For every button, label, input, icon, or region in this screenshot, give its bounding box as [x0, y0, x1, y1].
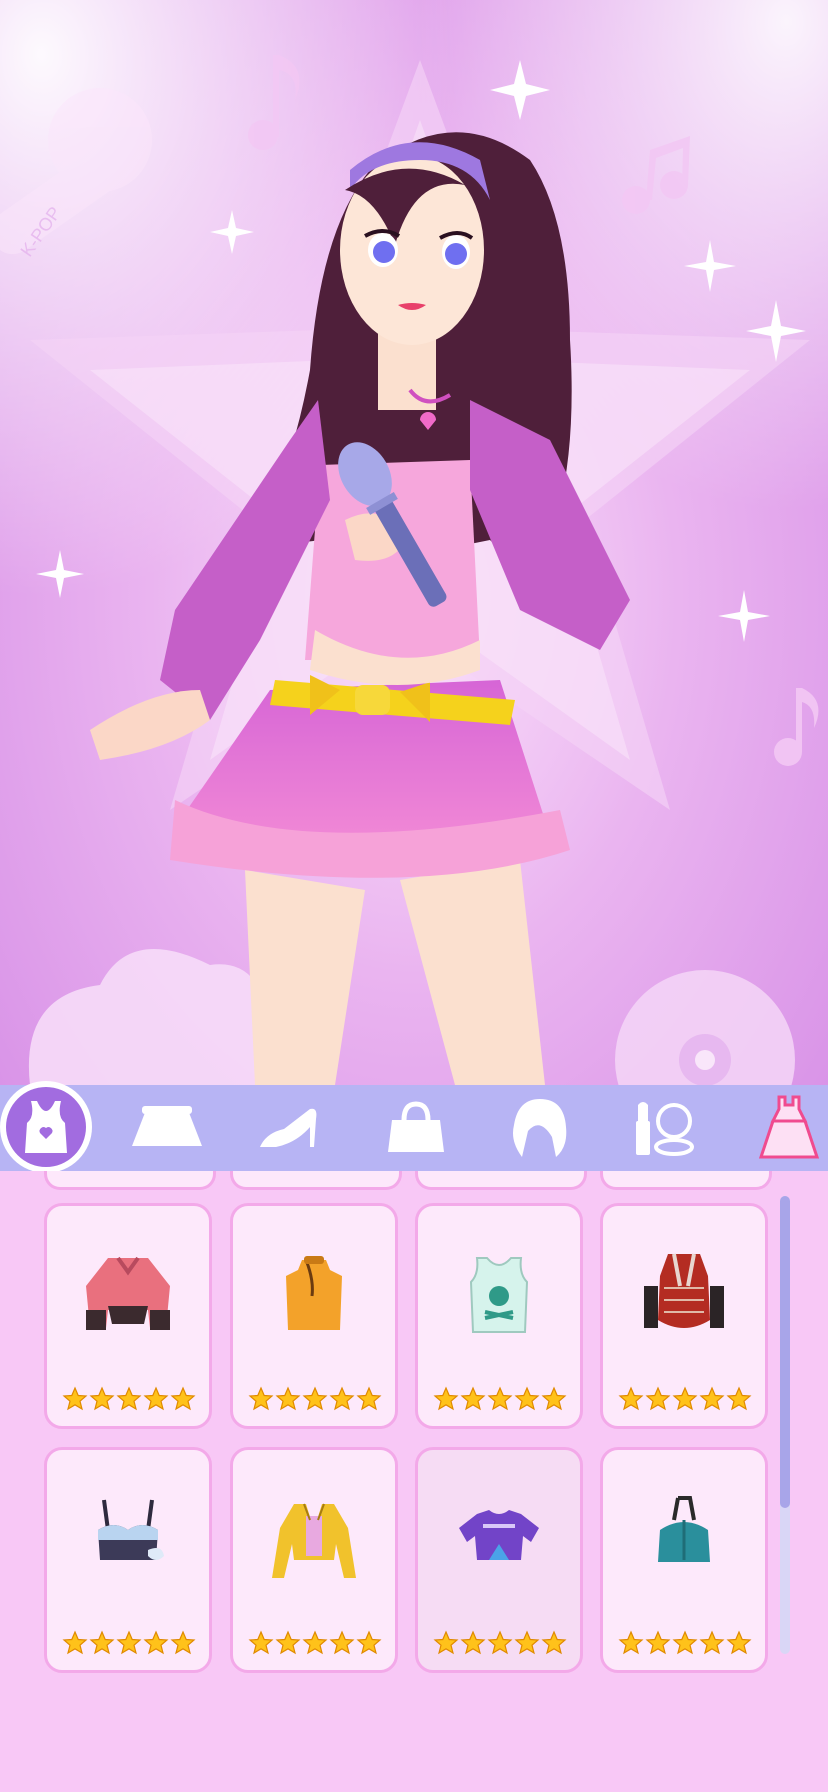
star-rating: [433, 1386, 567, 1412]
makeup-icon: [636, 1102, 694, 1156]
bustier-icon: [98, 1499, 164, 1560]
tab-bags[interactable]: [361, 1085, 471, 1171]
hair-icon: [513, 1099, 567, 1157]
dress-icon: [758, 1095, 820, 1159]
tab-makeup[interactable]: [607, 1085, 717, 1171]
dress-up-stage: K-POP: [0, 0, 828, 1085]
star-icon: [433, 1386, 459, 1411]
star-rating: [618, 1630, 752, 1656]
star-icon: [329, 1630, 355, 1655]
star-icon: [645, 1386, 671, 1411]
teal-halter-icon: [658, 1496, 710, 1562]
item-card-teal-halter-top[interactable]: [600, 1447, 768, 1673]
star-icon: [672, 1386, 698, 1411]
star-icon: [62, 1386, 88, 1411]
item-card-pink-crop-shirt[interactable]: [44, 1203, 212, 1429]
tab-skirts[interactable]: [112, 1085, 222, 1171]
skirt-icon: [132, 1106, 202, 1146]
stage-art: K-POP: [0, 0, 828, 1085]
red-corset-icon: [644, 1253, 724, 1328]
skull-tank-icon: [469, 1257, 529, 1333]
item-card-denim-bustier-top[interactable]: [44, 1447, 212, 1673]
star-icon: [618, 1630, 644, 1655]
star-icon: [541, 1386, 567, 1411]
star-icon: [726, 1386, 752, 1411]
star-icon: [248, 1630, 274, 1655]
star-rating: [618, 1386, 752, 1412]
star-icon: [487, 1630, 513, 1655]
item-card-orange-cheongsam-top[interactable]: [230, 1203, 398, 1429]
star-icon: [116, 1386, 142, 1411]
tab-hair[interactable]: [485, 1085, 595, 1171]
category-tab-bar: [0, 1085, 828, 1171]
item-card-red-corset-top[interactable]: [600, 1203, 768, 1429]
yellow-jacket-icon: [272, 1503, 356, 1578]
star-icon: [699, 1386, 725, 1411]
item-card-purple-crop-tee[interactable]: [415, 1447, 583, 1673]
handbag-icon: [388, 1101, 444, 1152]
tab-tops[interactable]: [0, 1081, 92, 1173]
star-icon: [275, 1386, 301, 1411]
tab-shoes[interactable]: [236, 1085, 346, 1171]
star-icon: [460, 1386, 486, 1411]
star-icon: [514, 1386, 540, 1411]
tank-top-icon: [25, 1101, 67, 1153]
high-heel-icon: [260, 1108, 317, 1147]
star-rating: [248, 1386, 382, 1412]
star-icon: [170, 1630, 196, 1655]
star-icon: [699, 1630, 725, 1655]
star-icon: [170, 1386, 196, 1411]
star-icon: [89, 1386, 115, 1411]
star-icon: [672, 1630, 698, 1655]
star-icon: [541, 1630, 567, 1655]
star-icon: [329, 1386, 355, 1411]
partial-item-card[interactable]: [600, 1171, 772, 1190]
star-icon: [62, 1630, 88, 1655]
clothing-item-grid: [0, 1171, 828, 1792]
star-icon: [89, 1630, 115, 1655]
star-icon: [356, 1630, 382, 1655]
tab-dresses[interactable]: [734, 1085, 828, 1171]
star-icon: [645, 1630, 671, 1655]
item-card-skull-tank-top[interactable]: [415, 1203, 583, 1429]
partial-item-card[interactable]: [415, 1171, 587, 1190]
pink-shirt-icon: [86, 1256, 170, 1330]
star-icon: [116, 1630, 142, 1655]
item-card-yellow-jacket[interactable]: [230, 1447, 398, 1673]
star-icon: [302, 1386, 328, 1411]
star-icon: [487, 1386, 513, 1411]
purple-tee-icon: [459, 1510, 539, 1560]
star-rating: [62, 1630, 196, 1656]
star-icon: [248, 1386, 274, 1411]
star-rating: [248, 1630, 382, 1656]
star-icon: [143, 1630, 169, 1655]
star-icon: [726, 1630, 752, 1655]
star-icon: [302, 1630, 328, 1655]
star-icon: [143, 1386, 169, 1411]
star-rating: [433, 1630, 567, 1656]
star-icon: [618, 1386, 644, 1411]
partial-item-card[interactable]: [230, 1171, 402, 1190]
star-icon: [275, 1630, 301, 1655]
star-rating: [62, 1386, 196, 1412]
star-icon: [433, 1630, 459, 1655]
item-list-scrollbar-thumb[interactable]: [780, 1196, 790, 1508]
star-icon: [514, 1630, 540, 1655]
star-icon: [356, 1386, 382, 1411]
orange-top-icon: [286, 1256, 342, 1330]
partial-item-card[interactable]: [44, 1171, 216, 1190]
star-icon: [460, 1630, 486, 1655]
